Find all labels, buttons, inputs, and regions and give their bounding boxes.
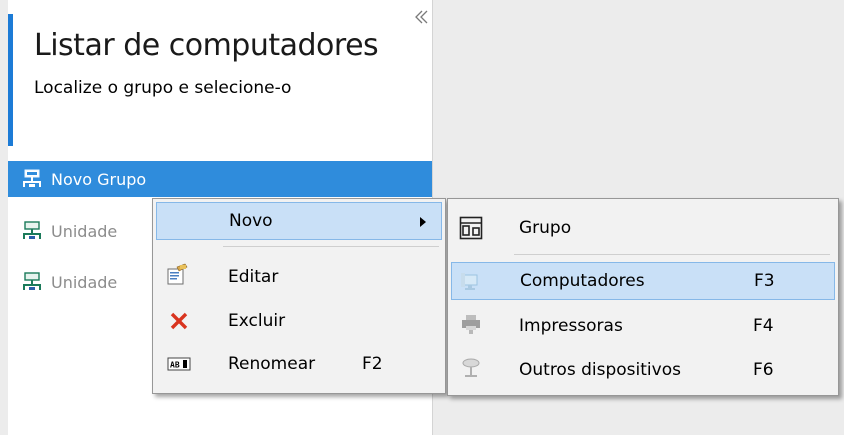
- menu-item-label: Impressoras: [519, 316, 623, 336]
- double-chevron-left-icon[interactable]: [413, 8, 431, 30]
- menu-separator: [223, 246, 439, 247]
- device-icon: [462, 358, 480, 377]
- group-layout-icon: [459, 216, 483, 240]
- menu-item-novo[interactable]: Novo: [156, 202, 442, 240]
- network-group-icon: [23, 169, 41, 187]
- network-group-icon: [23, 272, 41, 290]
- menu-item-label: Outros dispositivos: [519, 360, 681, 380]
- menu-item-label: Excluir: [228, 311, 286, 331]
- context-menu: Novo Editar Excluir AB Renomear F2: [152, 198, 446, 394]
- menu-separator: [514, 254, 830, 255]
- submenu-item-impressoras[interactable]: Impressoras F4: [451, 307, 835, 345]
- menu-item-label: Editar: [228, 267, 279, 287]
- menu-item-label: Renomear: [228, 354, 316, 374]
- network-group-icon: [23, 221, 41, 239]
- submenu-item-computadores[interactable]: Computadores F3: [451, 262, 835, 300]
- computer-icon: [461, 273, 478, 290]
- page-title: Listar de computadores: [34, 28, 379, 63]
- submenu-item-grupo[interactable]: Grupo: [451, 209, 835, 247]
- menu-item-shortcut: F6: [753, 360, 774, 380]
- menu-item-shortcut: F3: [754, 271, 775, 291]
- tree-item-novo-grupo[interactable]: Novo Grupo: [8, 161, 432, 197]
- panel-header: Listar de computadores Localize o grupo …: [8, 14, 432, 146]
- submenu-novo: Grupo Computadores F3 Impressoras F4 Out…: [447, 198, 839, 396]
- menu-item-excluir[interactable]: Excluir: [156, 302, 442, 340]
- menu-item-label: Novo: [229, 211, 273, 231]
- tree-item-label: Novo Grupo: [51, 169, 147, 189]
- delete-x-icon: [170, 312, 188, 330]
- page-subtitle: Localize o grupo e selecione-o: [34, 78, 292, 98]
- svg-text:AB: AB: [170, 361, 180, 370]
- menu-item-editar[interactable]: Editar: [156, 258, 442, 296]
- menu-item-label: Grupo: [519, 218, 572, 238]
- menu-item-shortcut: F4: [753, 316, 774, 336]
- tree-item-label: Unidade: [51, 221, 118, 241]
- printer-icon: [462, 315, 480, 334]
- submenu-arrow-icon: [420, 217, 426, 227]
- tree-item-label: Unidade: [51, 272, 118, 292]
- submenu-item-outros-dispositivos[interactable]: Outros dispositivos F6: [451, 351, 835, 389]
- menu-item-renomear[interactable]: AB Renomear F2: [156, 345, 442, 383]
- menu-item-shortcut: F2: [362, 354, 383, 374]
- accent-bar: [8, 14, 13, 146]
- rename-text-icon: AB: [167, 357, 191, 371]
- edit-properties-icon: [167, 263, 188, 285]
- menu-item-label: Computadores: [520, 271, 645, 291]
